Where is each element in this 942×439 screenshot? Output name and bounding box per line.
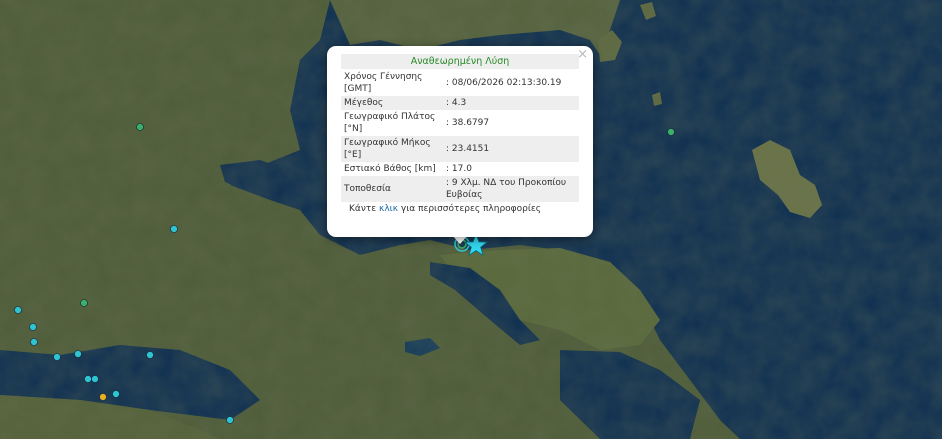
- close-icon[interactable]: ×: [577, 48, 588, 61]
- row-label: Χρόνος Γέννησης [GMT]: [344, 72, 423, 94]
- event-marker[interactable]: [667, 128, 675, 136]
- row-label: Γεωγραφικό Μήκος [°E]: [341, 136, 443, 162]
- event-marker[interactable]: [170, 225, 178, 233]
- row-value: : 38.6797: [446, 118, 490, 128]
- event-marker[interactable]: [74, 350, 82, 358]
- event-marker[interactable]: [91, 375, 99, 383]
- popup-title: Αναθεωρημένη Λύση: [341, 54, 579, 69]
- event-marker[interactable]: [112, 390, 120, 398]
- event-marker[interactable]: [14, 306, 22, 314]
- event-marker[interactable]: [136, 123, 144, 131]
- row-label: Εστιακό Βάθος [km]: [344, 164, 436, 174]
- more-info-suffix: για περισσότερες πληροφορίες: [400, 204, 542, 214]
- more-info-line: Κάντε κλικ για περισσότερες πληροφορίες: [341, 204, 579, 214]
- row-value: : 08/06/2026 02:13:30.19: [446, 78, 562, 88]
- row-label: Γεωγραφικό Πλάτος [°N]: [344, 112, 436, 134]
- table-row: Εστιακό Βάθος [km] : 17.0: [341, 162, 579, 176]
- table-row: Μέγεθος : 4.3: [341, 96, 579, 110]
- event-marker[interactable]: [30, 338, 38, 346]
- event-marker[interactable]: [99, 393, 107, 401]
- row-label: Μέγεθος: [341, 96, 443, 110]
- earthquake-info-popup: × Αναθεωρημένη Λύση Χρόνος Γέννησης [GMT…: [327, 46, 593, 237]
- table-row: Γεωγραφικό Πλάτος [°N] : 38.6797: [341, 110, 579, 136]
- table-row: Χρόνος Γέννησης [GMT] : 08/06/2026 02:13…: [341, 70, 579, 96]
- event-marker[interactable]: [80, 299, 88, 307]
- row-value: : 17.0: [446, 164, 472, 174]
- event-marker[interactable]: [146, 351, 154, 359]
- event-marker[interactable]: [84, 375, 92, 383]
- info-table: Χρόνος Γέννησης [GMT] : 08/06/2026 02:13…: [341, 70, 579, 202]
- row-value: : 9 Χλμ. ΝΔ του Προκοπίου Ευβοίας: [443, 176, 579, 202]
- table-row: Γεωγραφικό Μήκος [°E] : 23.4151: [341, 136, 579, 162]
- more-info-prefix: Κάντε: [349, 204, 377, 214]
- event-marker[interactable]: [226, 416, 234, 424]
- row-value: : 4.3: [443, 96, 579, 110]
- row-label: Τοποθεσία: [341, 176, 443, 202]
- event-marker[interactable]: [53, 353, 61, 361]
- row-value: : 23.4151: [443, 136, 579, 162]
- table-row: Τοποθεσία : 9 Χλμ. ΝΔ του Προκοπίου Ευβο…: [341, 176, 579, 202]
- more-info-link[interactable]: κλικ: [379, 204, 398, 214]
- event-marker[interactable]: [29, 323, 37, 331]
